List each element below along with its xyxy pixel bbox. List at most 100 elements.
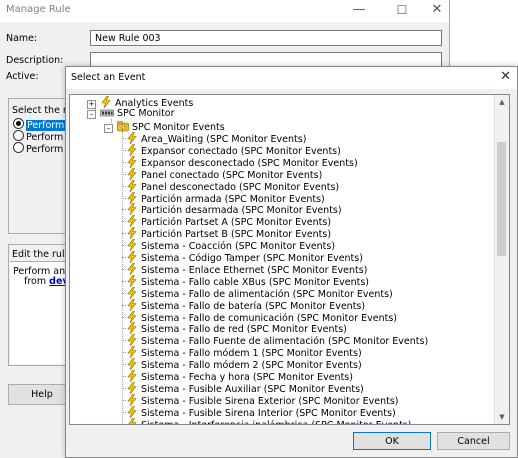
name-label: Name:: [6, 33, 38, 44]
event-item[interactable]: Sistema - Código Tamper (SPC Monitor Eve…: [122, 251, 363, 264]
event-item[interactable]: Sistema - Fallo cable XBus (SPC Monitor …: [122, 274, 369, 288]
close-icon[interactable]: ✕: [500, 69, 511, 84]
tree-connector: [122, 257, 126, 258]
event-item[interactable]: Sistema - Fusible Sirena Exterior (SPC M…: [122, 393, 399, 407]
event-tree[interactable]: + Analytics Events – SPC Monitor – SPC Moni…: [69, 94, 510, 425]
event-lightning-icon: [127, 143, 137, 156]
event-item[interactable]: Panel conectado (SPC Monitor Events): [122, 167, 322, 181]
tree-node-spc-monitor[interactable]: – SPC Monitor: [87, 108, 175, 120]
tree-connector: [122, 161, 126, 163]
cancel-button[interactable]: Cancel: [437, 432, 510, 450]
radio-icon[interactable]: [13, 142, 24, 153]
radio-icon[interactable]: [13, 130, 24, 141]
event-lightning-icon: [127, 334, 137, 347]
event-item[interactable]: Sistema - Fallo de comunicación (SPC Mon…: [122, 310, 397, 324]
event-lightning-icon: [127, 322, 137, 335]
folder-events-icon: [117, 121, 129, 132]
tree-connector: [122, 352, 126, 354]
tree-connector: [122, 340, 126, 342]
tree-node-analytics-events[interactable]: + Analytics Events: [87, 96, 193, 109]
tree-connector: [122, 233, 126, 235]
event-item[interactable]: Partición Partset A (SPC Monitor Events): [122, 215, 331, 228]
event-item[interactable]: Panel desconectado (SPC Monitor Events): [122, 179, 339, 193]
tree-connector: [122, 399, 126, 401]
event-item[interactable]: Sistema - Enlace Ethernet (SPC Monitor E…: [122, 262, 367, 276]
event-item[interactable]: Sistema - Fusible Sirena Interior (SPC M…: [122, 405, 396, 419]
dialog-title: Select an Event: [71, 72, 146, 83]
radio-selected-icon[interactable]: [13, 118, 24, 129]
tree-connector: [122, 411, 126, 413]
event-lightning-icon: [127, 286, 137, 299]
event-item[interactable]: Expansor desconectado (SPC Monitor Event…: [122, 155, 358, 169]
event-lightning-icon: [127, 155, 137, 168]
spc-device-icon: [100, 109, 114, 117]
dialog-titlebar: Select an Event ✕: [66, 67, 517, 89]
tree-connector: [122, 423, 126, 424]
rule-description-box: Perform an ac from devi: [10, 261, 79, 364]
event-item[interactable]: Area_Waiting (SPC Monitor Events): [122, 132, 306, 145]
manage-rule-titlebar: Manage Rule — ☐ ✕: [0, 0, 449, 22]
tree-connector: [122, 245, 126, 247]
event-lightning-icon: [127, 132, 137, 144]
event-lightning-icon: [127, 298, 137, 311]
event-item[interactable]: Sistema - Fallo de batería (SPC Monitor …: [122, 298, 365, 312]
scrollbar-thumb[interactable]: [497, 142, 506, 256]
event-lightning-icon: [127, 227, 137, 240]
tree-connector: [122, 316, 126, 318]
event-item[interactable]: Sistema - Interferencia inalámbrica (SPC…: [122, 417, 411, 424]
tree-connector: [122, 197, 126, 199]
event-lightning-icon: [127, 381, 137, 394]
event-lightning-icon: [127, 358, 137, 371]
event-lightning-icon: [127, 191, 137, 204]
event-lightning-icon: [127, 393, 137, 406]
tree-connector: [122, 292, 126, 294]
collapse-icon[interactable]: –: [104, 124, 113, 133]
scroll-down-icon[interactable]: ▼: [495, 410, 509, 424]
event-item[interactable]: Sistema - Fallo módem 2 (SPC Monitor Eve…: [122, 358, 362, 371]
event-lightning-icon: [127, 346, 137, 359]
tree-connector: [122, 364, 126, 366]
minimize-icon[interactable]: —: [342, 0, 376, 22]
collapse-icon[interactable]: –: [87, 110, 96, 119]
tree-node-spc-monitor-events[interactable]: – SPC Monitor Events: [104, 120, 225, 133]
event-item[interactable]: Partición desarmada (SPC Monitor Events): [122, 203, 342, 216]
tree-connector: [122, 328, 126, 330]
tree-connector: [122, 185, 126, 187]
event-item[interactable]: Sistema - Fallo módem 1 (SPC Monitor Eve…: [122, 346, 362, 359]
event-lightning-icon: [127, 274, 137, 287]
tree-connector: [122, 221, 126, 223]
maximize-icon[interactable]: ☐: [385, 0, 419, 22]
active-label: Active:: [6, 71, 39, 82]
rule-option-3[interactable]: Perform a: [13, 142, 72, 155]
scroll-up-icon[interactable]: ▲: [495, 95, 509, 109]
event-item[interactable]: Partición Partset B (SPC Monitor Events): [122, 227, 331, 240]
event-item[interactable]: Sistema - Fallo Fuente de alimentación (…: [122, 334, 428, 347]
tree-connector: [122, 209, 126, 211]
event-item[interactable]: Sistema - Fallo de alimentación (SPC Mon…: [122, 286, 393, 300]
event-label: Sistema - Interferencia inalámbrica (SPC…: [141, 420, 411, 424]
tree-scrollbar[interactable]: ▲ ▼: [494, 95, 509, 424]
tree-connector: [122, 138, 126, 139]
event-item[interactable]: Expansor conectado (SPC Monitor Events): [122, 143, 341, 157]
event-lightning-icon: [127, 370, 137, 382]
tree-connector: [122, 149, 126, 151]
event-lightning-icon: [127, 251, 137, 263]
event-lightning-icon: [127, 167, 137, 180]
event-item[interactable]: Sistema - Fecha y hora (SPC Monitor Even…: [122, 370, 353, 383]
event-lightning-icon: [127, 215, 137, 228]
window-title: Manage Rule: [6, 4, 71, 15]
event-item[interactable]: Sistema - Fusible Auxiliar (SPC Monitor …: [122, 381, 364, 395]
tree-connector: [122, 304, 126, 306]
event-item[interactable]: Sistema - Coacción (SPC Monitor Events): [122, 239, 335, 252]
ok-button[interactable]: OK: [353, 432, 431, 450]
event-lightning-icon: [127, 203, 137, 216]
close-icon[interactable]: ✕: [420, 0, 454, 22]
name-field[interactable]: New Rule 003: [90, 30, 442, 46]
event-item[interactable]: Sistema - Fallo de red (SPC Monitor Even…: [122, 322, 347, 335]
tree-connector: [122, 173, 126, 175]
rule-type-group: Select the rul Perform a Perform a Perfo…: [8, 98, 76, 234]
select-event-dialog: Select an Event ✕ + Analytics Events – SPC…: [65, 66, 518, 458]
tree-connector: [122, 376, 126, 377]
event-item[interactable]: Partición armada (SPC Monitor Events): [122, 191, 325, 205]
description-label: Description:: [6, 55, 64, 66]
